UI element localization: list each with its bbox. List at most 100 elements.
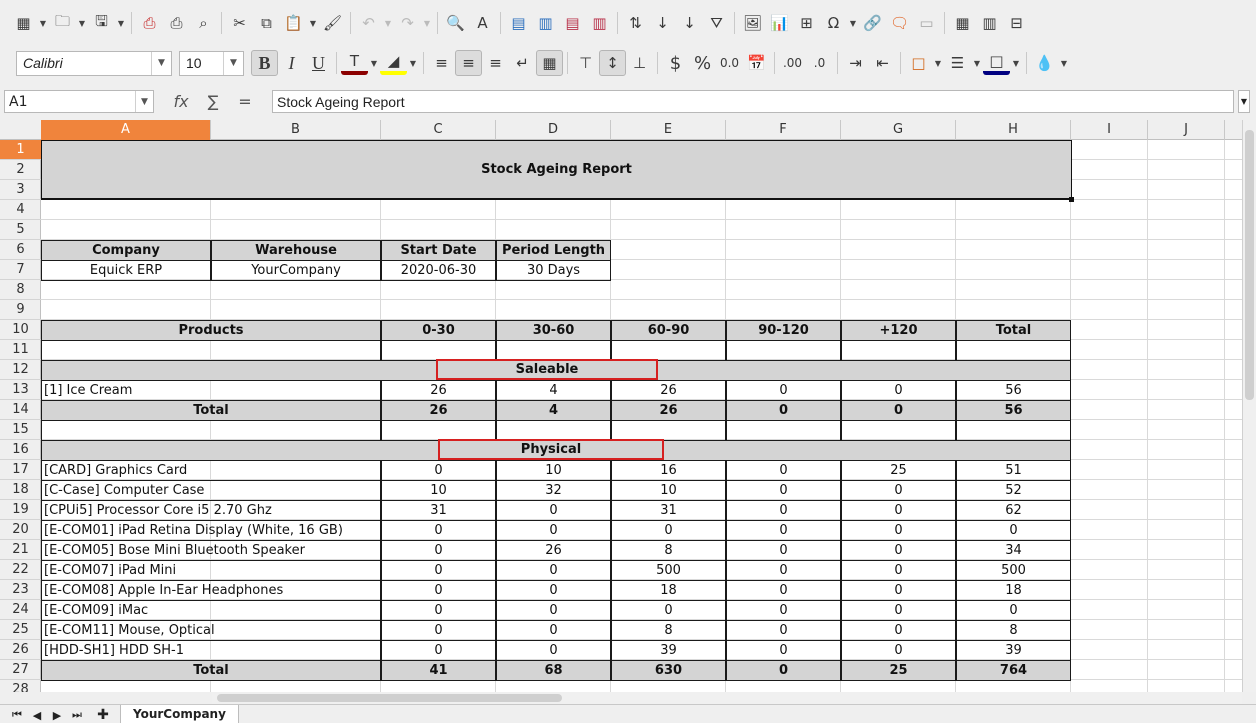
- row-header-8[interactable]: 8: [0, 280, 41, 300]
- product-value[interactable]: 0: [841, 560, 956, 581]
- total-value[interactable]: 26: [611, 400, 726, 421]
- product-value[interactable]: 16: [611, 460, 726, 481]
- product-value[interactable]: 0: [381, 600, 496, 621]
- sort-descending-icon[interactable]: ↓: [676, 10, 703, 36]
- special-char-dropdown-icon[interactable]: ▼: [847, 10, 859, 36]
- decrease-indent-icon[interactable]: ⇤: [869, 50, 896, 76]
- horizontal-scrollbar[interactable]: [212, 692, 1242, 704]
- row-header-14[interactable]: 14: [0, 400, 41, 420]
- scroll-thumb[interactable]: [217, 694, 562, 702]
- row-header-13[interactable]: 13: [0, 380, 41, 400]
- product-name[interactable]: [E-COM09] iMac: [41, 600, 381, 621]
- product-name[interactable]: [CARD] Graphics Card: [41, 460, 381, 481]
- row-header-27[interactable]: 27: [0, 660, 41, 680]
- table-header[interactable]: 0-30: [381, 320, 496, 341]
- product-value[interactable]: 0: [381, 560, 496, 581]
- row-header-15[interactable]: 15: [0, 420, 41, 440]
- product-name[interactable]: [E-COM01] iPad Retina Display (White, 16…: [41, 520, 381, 541]
- print-icon[interactable]: ⎙: [163, 10, 190, 36]
- product-value[interactable]: 0: [841, 380, 956, 401]
- scroll-thumb[interactable]: [1245, 130, 1254, 400]
- total-value[interactable]: 764: [956, 660, 1071, 681]
- empty-cell[interactable]: [726, 340, 841, 361]
- insert-chart-icon[interactable]: 📊: [766, 10, 793, 36]
- column-header-i[interactable]: I: [1071, 120, 1148, 140]
- product-value[interactable]: 0: [496, 620, 611, 641]
- product-value[interactable]: 0: [726, 480, 841, 501]
- sort-icon[interactable]: ⇅: [622, 10, 649, 36]
- comment-icon[interactable]: 🗨: [886, 10, 913, 36]
- product-value[interactable]: 18: [956, 580, 1071, 601]
- delete-row-icon[interactable]: ▤: [559, 10, 586, 36]
- report-title[interactable]: Stock Ageing Report: [41, 140, 1072, 200]
- empty-cell[interactable]: [496, 340, 611, 361]
- align-bottom-icon[interactable]: ⊥: [626, 50, 653, 76]
- date-format-icon[interactable]: 📅: [743, 50, 770, 76]
- row-header-7[interactable]: 7: [0, 260, 41, 280]
- next-sheet-icon[interactable]: ▶: [48, 707, 66, 723]
- print-preview-icon[interactable]: ⌕: [190, 10, 217, 36]
- sort-ascending-icon[interactable]: ↓: [649, 10, 676, 36]
- header-footer-icon[interactable]: ▭: [913, 10, 940, 36]
- product-value[interactable]: 0: [611, 520, 726, 541]
- italic-button[interactable]: I: [278, 50, 305, 76]
- product-value[interactable]: 0: [956, 520, 1071, 541]
- row-header-4[interactable]: 4: [0, 200, 41, 220]
- product-value[interactable]: 0: [496, 580, 611, 601]
- expand-formula-icon[interactable]: ▼: [1238, 90, 1250, 113]
- empty-cell[interactable]: [41, 420, 381, 441]
- product-name[interactable]: [HDD-SH1] HDD SH-1: [41, 640, 381, 661]
- product-value[interactable]: 0: [496, 520, 611, 541]
- add-sheet-icon[interactable]: ✚: [94, 707, 112, 723]
- currency-format-button[interactable]: $: [662, 50, 689, 76]
- cell-area[interactable]: Stock Ageing Report Company Equick ERP Ware…: [41, 140, 1242, 692]
- save-dropdown-icon[interactable]: ▼: [115, 10, 127, 36]
- product-value[interactable]: 0: [381, 580, 496, 601]
- row-header-19[interactable]: 19: [0, 500, 41, 520]
- empty-cell[interactable]: [611, 420, 726, 441]
- info-value[interactable]: 30 Days: [496, 260, 611, 281]
- pivot-table-icon[interactable]: ⊞: [793, 10, 820, 36]
- column-header-f[interactable]: F: [726, 120, 841, 140]
- column-header-e[interactable]: E: [611, 120, 726, 140]
- product-value[interactable]: 18: [611, 580, 726, 601]
- column-header-h[interactable]: H: [956, 120, 1071, 140]
- table-header[interactable]: Products: [41, 320, 381, 341]
- row-header-1[interactable]: 1: [0, 140, 41, 160]
- spelling-icon[interactable]: A: [469, 10, 496, 36]
- border-style-dropdown-icon[interactable]: ▼: [971, 50, 983, 76]
- row-header-20[interactable]: 20: [0, 520, 41, 540]
- row-header-9[interactable]: 9: [0, 300, 41, 320]
- product-value[interactable]: 0: [611, 600, 726, 621]
- row-header-26[interactable]: 26: [0, 640, 41, 660]
- product-value[interactable]: 0: [381, 540, 496, 561]
- highlight-dropdown-icon[interactable]: ▼: [407, 50, 419, 76]
- product-value[interactable]: 0: [841, 540, 956, 561]
- number-format-button[interactable]: 0.0: [716, 50, 743, 76]
- wrap-text-icon[interactable]: ↵: [509, 50, 536, 76]
- conditional-dropdown-icon[interactable]: ▼: [1058, 50, 1070, 76]
- row-header-2[interactable]: 2: [0, 160, 41, 180]
- product-value[interactable]: 26: [381, 380, 496, 401]
- product-value[interactable]: 26: [611, 380, 726, 401]
- total-label[interactable]: Total: [41, 660, 381, 681]
- total-value[interactable]: 26: [381, 400, 496, 421]
- special-character-icon[interactable]: Ω: [820, 10, 847, 36]
- product-value[interactable]: 500: [611, 560, 726, 581]
- selection-handle[interactable]: [1069, 197, 1074, 202]
- product-value[interactable]: 56: [956, 380, 1071, 401]
- row-header-18[interactable]: 18: [0, 480, 41, 500]
- percent-format-button[interactable]: %: [689, 50, 716, 76]
- open-folder-icon[interactable]: 🗀: [49, 10, 76, 36]
- product-value[interactable]: 39: [611, 640, 726, 661]
- product-value[interactable]: 0: [496, 640, 611, 661]
- undo-icon[interactable]: ↶: [355, 10, 382, 36]
- product-value[interactable]: 0: [726, 580, 841, 601]
- product-name[interactable]: [E-COM08] Apple In-Ear Headphones: [41, 580, 381, 601]
- font-size-combo[interactable]: 10 ▼: [179, 50, 244, 76]
- empty-cell[interactable]: [841, 340, 956, 361]
- product-value[interactable]: 500: [956, 560, 1071, 581]
- redo-dropdown-icon[interactable]: ▼: [421, 10, 433, 36]
- product-name[interactable]: [E-COM07] iPad Mini: [41, 560, 381, 581]
- column-header-a[interactable]: A: [41, 120, 211, 140]
